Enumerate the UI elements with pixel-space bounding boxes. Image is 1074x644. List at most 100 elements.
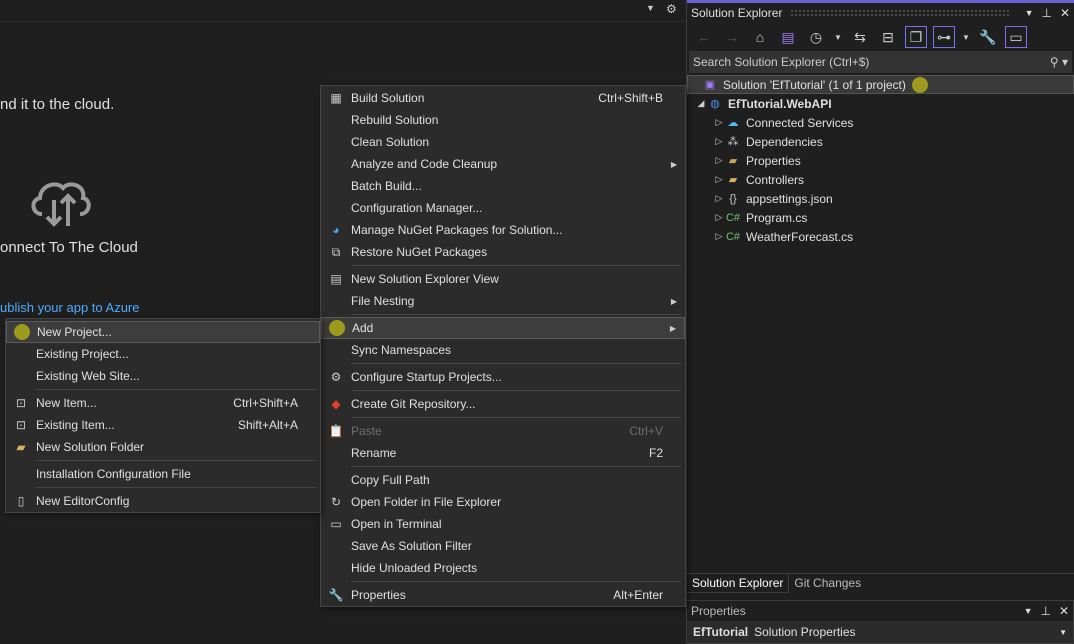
publish-azure-link[interactable]: ublish your app to Azure: [0, 300, 139, 315]
connected-services-icon: ☁: [727, 117, 739, 129]
dropdown-icon[interactable]: ▼: [1059, 628, 1067, 637]
menu-item-new-solution-explorer-view[interactable]: ▤ New Solution Explorer View: [321, 268, 685, 290]
menu-item-analyze-and-code-cleanup[interactable]: Analyze and Code Cleanup ▶: [321, 153, 685, 175]
properties-panel: Properties ▼ ⊥ ✕ EfTutorial Solution Pro…: [686, 600, 1074, 644]
menu-item-existing-web-site[interactable]: Existing Web Site...: [6, 365, 320, 387]
menu-item-save-as-solution-filter[interactable]: Save As Solution Filter: [321, 535, 685, 557]
sync-with-document-icon[interactable]: ⇆: [849, 26, 871, 48]
tree-item-label: Properties: [746, 153, 801, 168]
menu-item-batch-build[interactable]: Batch Build...: [321, 175, 685, 197]
chevron-right-icon: ▶: [670, 296, 677, 306]
menu-item-new-project[interactable]: New Project...: [6, 321, 320, 343]
menu-item-new-solution-folder[interactable]: ▰ New Solution Folder: [6, 436, 320, 458]
tree-item[interactable]: ▣ Solution 'EfTutorial' (1 of 1 project): [687, 75, 1074, 94]
switch-views-icon[interactable]: ▤: [777, 26, 799, 48]
menu-item-label: New Item...: [36, 396, 97, 410]
menu-item-existing-item[interactable]: ⊡ Existing Item... Shift+Alt+A: [6, 414, 320, 436]
menu-item-copy-full-path[interactable]: Copy Full Path: [321, 469, 685, 491]
menu-item-label: Add: [352, 321, 374, 335]
menu-item-properties[interactable]: 🔧 Properties Alt+Enter: [321, 584, 685, 606]
new-view-icon: ▤: [330, 272, 342, 286]
menu-item-paste[interactable]: 📋 Paste Ctrl+V: [321, 420, 685, 442]
menu-item-open-in-terminal[interactable]: ▭ Open in Terminal: [321, 513, 685, 535]
tree-item[interactable]: ▷ {} appsettings.json: [687, 189, 1074, 208]
properties-folder-icon: ▰: [728, 155, 738, 167]
preview-icon[interactable]: ▭: [1005, 26, 1027, 48]
menu-item-new-item[interactable]: ⊡ New Item... Ctrl+Shift+A: [6, 392, 320, 414]
expand-icon[interactable]: ▷: [713, 212, 725, 223]
close-icon[interactable]: ✕: [1060, 6, 1070, 20]
menu-item-label: Installation Configuration File: [36, 467, 191, 481]
menu-item-rebuild-solution[interactable]: Rebuild Solution: [321, 109, 685, 131]
expand-icon[interactable]: ▷: [713, 117, 725, 128]
git-icon: ◆: [331, 397, 341, 411]
menu-item-clean-solution[interactable]: Clean Solution: [321, 131, 685, 153]
search-icon[interactable]: ⚲ ▾: [1050, 55, 1068, 69]
tree-item-label: WeatherForecast.cs: [746, 229, 854, 244]
menu-item-hide-unloaded-projects[interactable]: Hide Unloaded Projects: [321, 557, 685, 579]
tree-item[interactable]: ▷ C# WeatherForecast.cs: [687, 227, 1074, 246]
tab-solution-explorer[interactable]: Solution Explorer: [686, 574, 790, 593]
menu-item-open-folder-in-file-explorer[interactable]: ↻ Open Folder in File Explorer: [321, 491, 685, 513]
menu-item-installation-configuration-file[interactable]: Installation Configuration File: [6, 463, 320, 485]
object-selector[interactable]: EfTutorial Solution Properties ▼: [687, 621, 1073, 643]
paste-icon: 📋: [328, 424, 344, 438]
expand-icon[interactable]: ▷: [713, 155, 725, 166]
dropdown-icon[interactable]: ▼: [833, 26, 843, 48]
menu-item-label: New Solution Explorer View: [351, 272, 499, 286]
expand-icon[interactable]: ▷: [713, 231, 725, 242]
show-all-files-icon[interactable]: ❐: [905, 26, 927, 48]
forward-icon[interactable]: →: [721, 26, 743, 48]
menu-item-file-nesting[interactable]: File Nesting ▶: [321, 290, 685, 312]
search-input[interactable]: Search Solution Explorer (Ctrl+$) ⚲ ▾: [689, 51, 1072, 73]
tree-item[interactable]: ◢ ◍ EfTutorial.WebAPI: [687, 94, 1074, 113]
new-item-icon: ⊡: [15, 396, 27, 410]
tree-item-label: Program.cs: [746, 210, 808, 225]
preview-selected-icon[interactable]: ⊶: [933, 26, 955, 48]
add-submenu: New Project... Existing Project... Existin…: [5, 318, 321, 513]
menu-item-create-git-repository[interactable]: ◆ Create Git Repository...: [321, 393, 685, 415]
menu-item-label: New Project...: [37, 325, 112, 339]
menu-item-new-editorconfig[interactable]: ▯ New EditorConfig: [6, 490, 320, 512]
pin-icon[interactable]: ⊥: [1040, 604, 1050, 618]
back-icon[interactable]: ←: [693, 26, 715, 48]
close-icon[interactable]: ✕: [1059, 604, 1069, 618]
panel-title: Solution Explorer: [691, 6, 783, 20]
welcome-tagline: nd it to the cloud.: [0, 96, 115, 113]
cloud-upload-download-icon: [31, 182, 91, 227]
menu-item-add[interactable]: Add ▶: [321, 317, 685, 339]
menu-item-configuration-manager[interactable]: Configuration Manager...: [321, 197, 685, 219]
dropdown-icon[interactable]: ▼: [961, 26, 971, 48]
shortcut: Alt+Enter: [613, 588, 663, 602]
expand-icon[interactable]: ▷: [713, 136, 725, 147]
pending-changes-filter-icon[interactable]: ◷: [805, 26, 827, 48]
window-position-icon[interactable]: ▼: [1024, 606, 1033, 616]
menu-item-build-solution[interactable]: ▦ Build Solution Ctrl+Shift+B: [321, 87, 685, 109]
tree-item[interactable]: ▷ ☁ Connected Services: [687, 113, 1074, 132]
expanded-icon[interactable]: ◢: [695, 98, 707, 109]
menu-item-existing-project[interactable]: Existing Project...: [6, 343, 320, 365]
menu-item-configure-startup-projects[interactable]: ⚙ Configure Startup Projects...: [321, 366, 685, 388]
collapse-all-icon[interactable]: ⊟: [877, 26, 899, 48]
tree-item[interactable]: ▷ ▰ Controllers: [687, 170, 1074, 189]
tree-item[interactable]: ▷ ▰ Properties: [687, 151, 1074, 170]
dropdown-icon[interactable]: ▼: [646, 3, 655, 13]
shortcut: F2: [648, 446, 663, 460]
menu-item-rename[interactable]: Rename F2: [321, 442, 685, 464]
home-icon[interactable]: ⌂: [749, 26, 771, 48]
pin-icon[interactable]: ⊥: [1041, 6, 1051, 20]
menu-item-restore-nuget-packages[interactable]: ⧉ Restore NuGet Packages: [321, 241, 685, 263]
gear-icon[interactable]: ⚙: [666, 2, 677, 16]
window-position-icon[interactable]: ▼: [1025, 8, 1034, 18]
tree-item[interactable]: ▷ ⁂ Dependencies: [687, 132, 1074, 151]
menu-item-manage-nuget-packages-for-solution[interactable]: ◕ Manage NuGet Packages for Solution...: [321, 219, 685, 241]
expand-icon[interactable]: ▷: [713, 174, 725, 185]
highlight-marker-icon: [7, 324, 37, 340]
tree-item-label: Connected Services: [746, 115, 854, 130]
menu-item-sync-namespaces[interactable]: Sync Namespaces: [321, 339, 685, 361]
menu-item-label: Properties: [351, 588, 406, 602]
tab-git-changes[interactable]: Git Changes: [789, 574, 866, 593]
tree-item[interactable]: ▷ C# Program.cs: [687, 208, 1074, 227]
wrench-icon[interactable]: 🔧: [977, 26, 999, 48]
expand-icon[interactable]: ▷: [713, 193, 725, 204]
